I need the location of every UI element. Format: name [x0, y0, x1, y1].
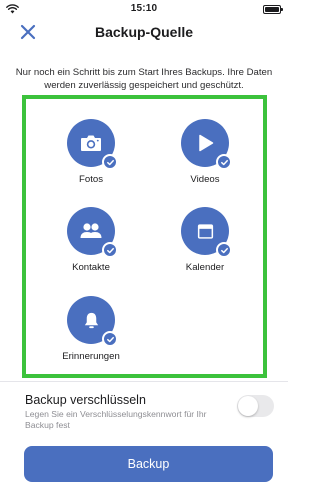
backup-button-label: Backup	[127, 457, 170, 471]
battery-icon	[263, 5, 283, 14]
status-bar: 15:10	[0, 0, 288, 20]
backup-button[interactable]: Backup	[24, 446, 273, 482]
check-icon	[102, 331, 118, 347]
source-item-videos[interactable]: Videos	[155, 119, 255, 185]
encryption-title: Backup verschlüsseln	[25, 393, 146, 407]
source-item-fotos[interactable]: Fotos	[41, 119, 141, 185]
source-item-kalender[interactable]: Kalender	[155, 207, 255, 273]
source-label: Erinnerungen	[62, 351, 120, 362]
status-time: 15:10	[130, 3, 158, 14]
source-icon-circle	[181, 119, 232, 170]
intro-text: Nur noch ein Schritt bis zum Start Ihres…	[15, 67, 273, 91]
encryption-toggle[interactable]	[237, 395, 274, 417]
source-item-kontakte[interactable]: Kontakte	[41, 207, 141, 273]
source-icon-circle	[67, 296, 118, 347]
source-item-erinnerungen[interactable]: Erinnerungen	[41, 296, 141, 362]
divider	[0, 381, 288, 382]
source-label: Kontakte	[72, 262, 110, 273]
check-icon	[216, 242, 232, 258]
source-icon-circle	[67, 207, 118, 258]
contacts-icon	[80, 223, 102, 238]
source-icon-circle	[67, 119, 118, 170]
check-icon	[216, 154, 232, 170]
backup-source-grid: Fotos Videos Kontakte Kalender Erinnerun…	[22, 95, 267, 378]
source-label: Videos	[190, 174, 220, 185]
source-icon-circle	[181, 207, 232, 258]
bell-icon	[84, 312, 98, 328]
calendar-icon	[197, 223, 213, 239]
encryption-subtitle: Legen Sie ein Verschlüsselungskennwort f…	[25, 409, 207, 430]
source-label: Kalender	[185, 262, 225, 273]
camera-icon	[81, 135, 101, 151]
source-label: Fotos	[79, 174, 103, 185]
check-icon	[102, 154, 118, 170]
check-icon	[102, 242, 118, 258]
nav-bar: Backup-Quelle	[0, 20, 288, 44]
play-icon	[199, 134, 214, 152]
page-title: Backup-Quelle	[94, 24, 194, 40]
toggle-knob	[238, 396, 258, 416]
